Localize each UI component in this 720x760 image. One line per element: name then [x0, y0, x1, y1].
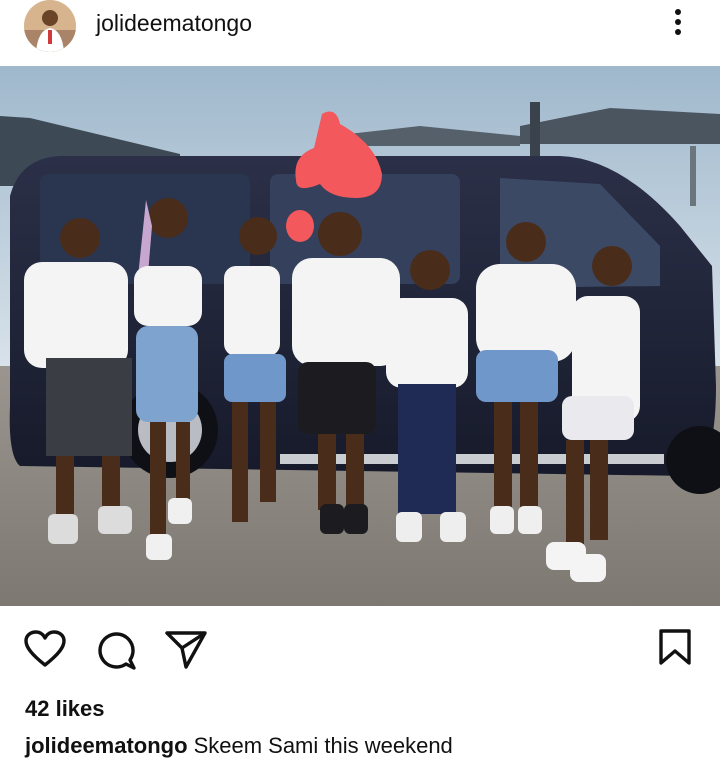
caption-text: Skeem Sami this weekend [193, 733, 453, 758]
post-actions [0, 606, 720, 676]
post-caption: jolideematongo Skeem Sami this weekend [25, 733, 453, 759]
post-header: jolideematongo [0, 0, 720, 66]
comment-bubble-icon[interactable] [96, 630, 138, 672]
caption-username[interactable]: jolideematongo [25, 733, 188, 758]
send-icon[interactable] [164, 630, 208, 670]
likes-count[interactable]: 42 likes [25, 696, 105, 722]
more-options-icon[interactable] [668, 6, 688, 42]
username[interactable]: jolideematongo [96, 10, 252, 37]
group-photo-image [0, 66, 720, 606]
bookmark-icon[interactable] [658, 628, 692, 666]
avatar[interactable] [24, 0, 76, 52]
post-photo[interactable] [0, 66, 720, 606]
heart-icon[interactable] [24, 630, 66, 668]
